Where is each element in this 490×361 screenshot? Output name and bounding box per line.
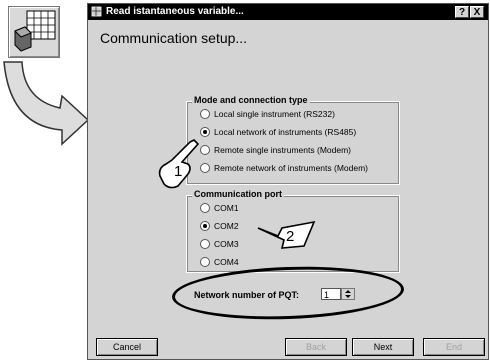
help-button[interactable]: ? [455, 6, 469, 18]
window-icon [91, 6, 102, 17]
radio-button[interactable] [200, 238, 210, 249]
radio-button-selected[interactable] [200, 220, 210, 231]
option-label: Local network of instruments (RS485) [214, 127, 357, 137]
network-number-input[interactable]: 1 [321, 288, 341, 300]
mode-group-legend: Mode and connection type [192, 95, 310, 105]
option-label: COM1 [214, 203, 239, 213]
radio-button[interactable] [200, 256, 210, 267]
option-label: Remote single instruments (Modem) [214, 145, 351, 155]
mode-option-remote-single[interactable]: Remote single instruments (Modem) [200, 144, 351, 156]
close-button[interactable]: X [470, 6, 484, 18]
application-icon[interactable] [8, 6, 60, 58]
setup-dialog: Read istantaneous variable... ? X Commun… [87, 3, 489, 360]
end-button[interactable]: End [423, 338, 485, 356]
option-label: COM3 [214, 239, 239, 249]
port-option-com2[interactable]: COM2 [200, 220, 239, 232]
back-button[interactable]: Back [285, 338, 347, 356]
cancel-button[interactable]: Cancel [96, 338, 158, 356]
radio-button[interactable] [200, 108, 210, 119]
option-label: COM4 [214, 257, 239, 267]
mode-option-rs232[interactable]: Local single instrument (RS232) [200, 108, 335, 120]
port-option-com4[interactable]: COM4 [200, 256, 239, 268]
mode-option-remote-network[interactable]: Remote network of instruments (Modem) [200, 162, 368, 174]
option-label: COM2 [214, 221, 239, 231]
window-title: Read istantaneous variable... [106, 6, 244, 17]
button-bar: Cancel Back Next End [88, 336, 488, 359]
radio-button-selected[interactable] [200, 126, 210, 137]
callout-number-1: 1 [174, 163, 183, 180]
option-label: Local single instrument (RS232) [214, 109, 335, 119]
port-option-com3[interactable]: COM3 [200, 238, 239, 250]
radio-button[interactable] [200, 202, 210, 213]
next-button[interactable]: Next [352, 338, 414, 356]
curved-arrow-icon [3, 61, 90, 146]
grid-document-icon [14, 10, 56, 52]
network-number-spinner[interactable] [341, 288, 355, 300]
callout-number-2: 2 [286, 228, 295, 245]
port-group-legend: Communication port [192, 189, 284, 199]
title-bar: Read istantaneous variable... ? X [88, 4, 488, 20]
spinner-arrows-icon [345, 290, 351, 298]
network-number-label: Network number of PQT: [194, 290, 300, 300]
mode-option-rs485[interactable]: Local network of instruments (RS485) [200, 126, 356, 138]
option-label: Remote network of instruments (Modem) [214, 163, 368, 173]
port-option-com1[interactable]: COM1 [200, 202, 239, 214]
page-heading: Communication setup... [100, 30, 248, 46]
